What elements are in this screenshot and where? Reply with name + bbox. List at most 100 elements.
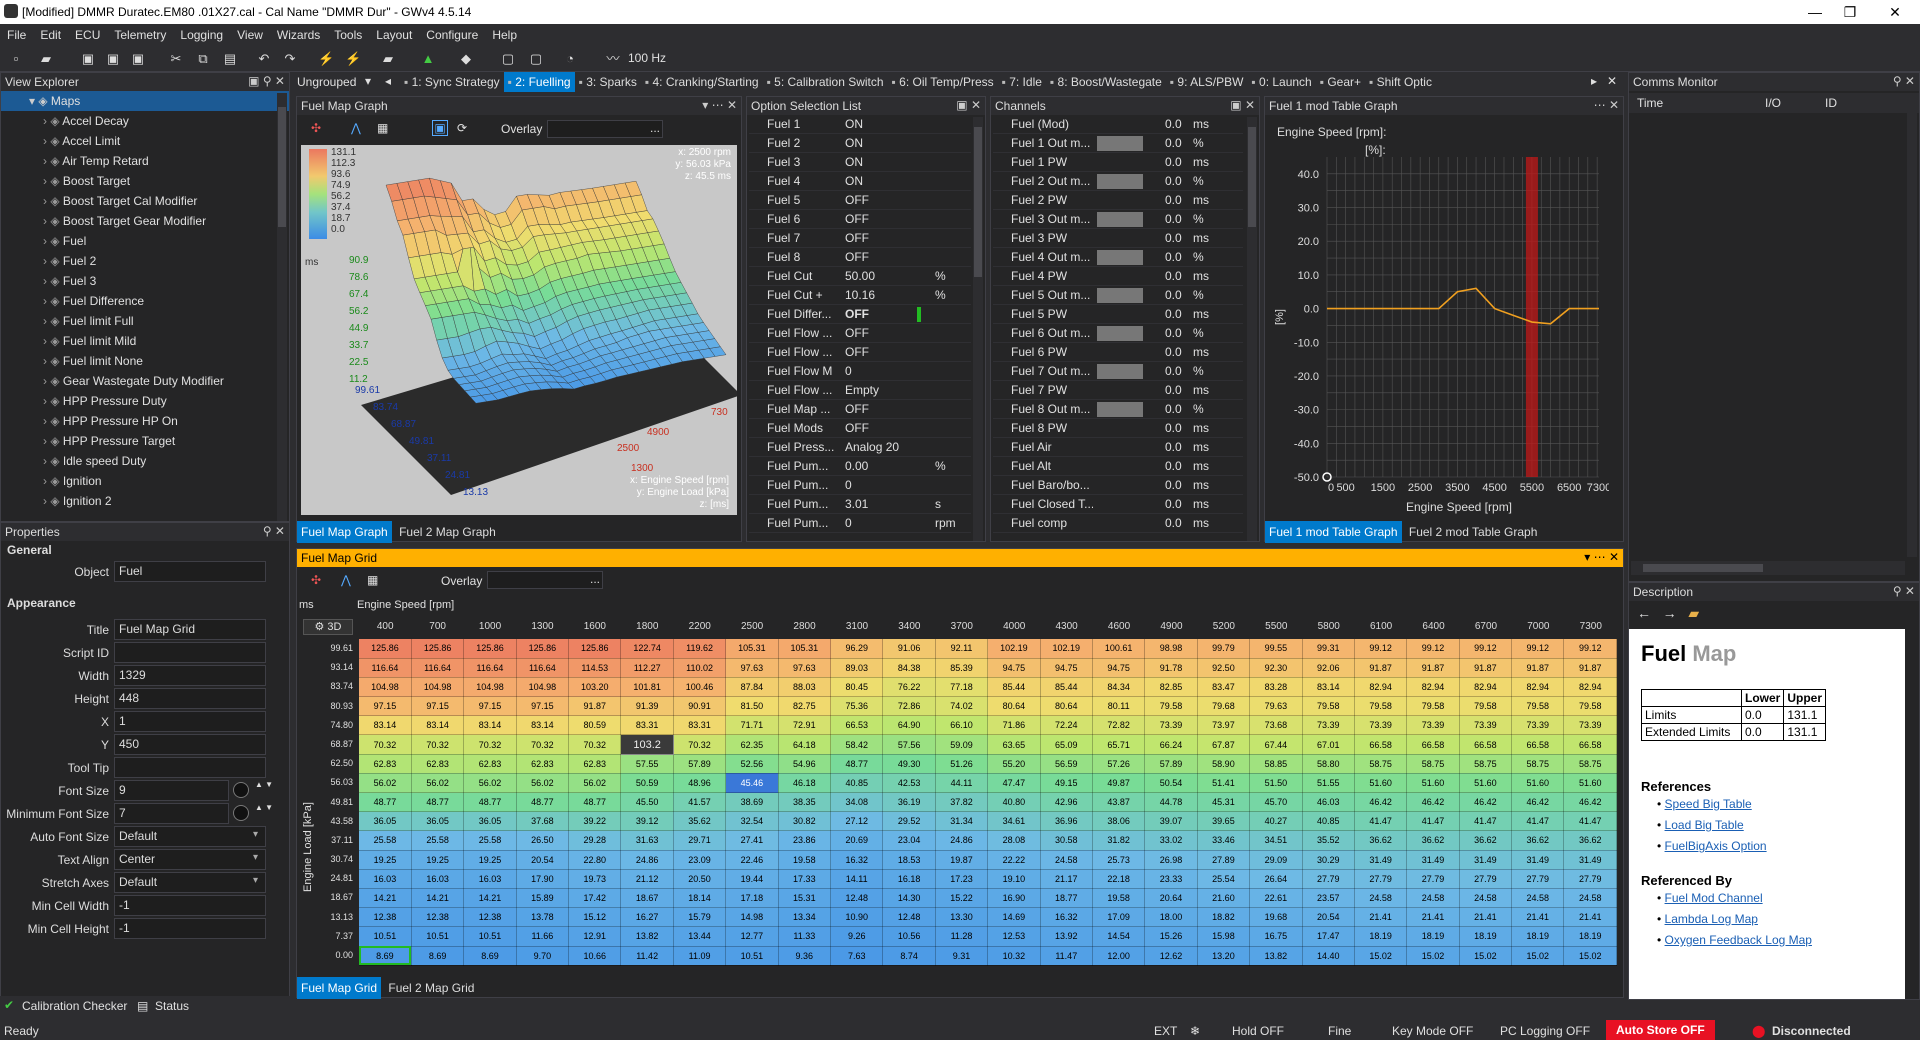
grid-cell[interactable]: 71.86 xyxy=(987,715,1041,736)
grid-cell[interactable]: 44.11 xyxy=(935,773,989,794)
expand-icon[interactable]: › ◈ xyxy=(43,174,63,188)
channel-row[interactable]: Fuel 1 Out m... 0.0% xyxy=(993,134,1243,153)
layout-tab[interactable]: ▪ Gear+ xyxy=(1316,72,1365,92)
grid-cell[interactable]: 12.48 xyxy=(830,888,884,909)
layout-tab[interactable]: ▪ 7: Idle xyxy=(998,72,1046,92)
grid-cell[interactable]: 84.34 xyxy=(1092,677,1146,698)
load-header-cell[interactable]: 83.74 xyxy=(309,677,357,696)
tab-fuel1-mod-graph[interactable]: Fuel 1 mod Table Graph xyxy=(1265,521,1402,543)
grid-cell[interactable]: 16.32 xyxy=(830,850,884,870)
tab-scroll-left-icon[interactable]: ◂ xyxy=(385,74,391,88)
layout-icon[interactable]: ◆ xyxy=(458,51,474,67)
knob-icon[interactable] xyxy=(233,805,249,821)
grid-cell[interactable]: 99.55 xyxy=(1249,639,1303,659)
load-header-cell[interactable]: 37.11 xyxy=(309,831,357,850)
option-row[interactable]: Fuel Pum... 0 rpm xyxy=(749,514,971,533)
grid-cell[interactable]: 13.44 xyxy=(673,926,727,947)
chevron-down-icon[interactable]: ▾ xyxy=(365,74,371,88)
grid-cell[interactable]: 58.75 xyxy=(1406,754,1460,774)
channel-row[interactable]: Fuel 6 PW 0.0 ms xyxy=(993,343,1243,362)
grid-cell[interactable]: 51.41 xyxy=(1197,773,1251,794)
grid-cell[interactable]: 83.28 xyxy=(1249,677,1303,698)
rpm-header-cell[interactable]: 1800 xyxy=(621,621,673,632)
grid-cell[interactable]: 48.77 xyxy=(830,754,884,774)
grid-cell[interactable]: 98.98 xyxy=(1144,639,1198,659)
grid-cell[interactable]: 36.05 xyxy=(463,811,517,832)
grid-cell[interactable]: 20.64 xyxy=(1144,888,1198,909)
grid-cell[interactable]: 18.00 xyxy=(1144,907,1198,928)
panel-controls-icon[interactable]: ▾ ⋯ ✕ xyxy=(702,98,737,112)
expand-icon[interactable]: › ◈ xyxy=(43,334,63,348)
grid-cell[interactable]: 91.87 xyxy=(1354,658,1408,678)
channel-row[interactable]: Fuel 4 Out m... 0.0% xyxy=(993,248,1243,267)
grid-cell[interactable]: 116.64 xyxy=(359,658,412,678)
channel-row[interactable]: Fuel comp 0.0 ms xyxy=(993,514,1243,533)
grid-cell[interactable]: 103.20 xyxy=(568,677,622,698)
grid-cell[interactable]: 19.10 xyxy=(987,869,1041,889)
rpm-header-cell[interactable]: 700 xyxy=(411,621,463,632)
tab-fuel-map-grid[interactable]: Fuel Map Grid xyxy=(297,977,382,999)
grid-cell[interactable]: 18.19 xyxy=(1354,926,1408,947)
grid-cell[interactable]: 14.21 xyxy=(411,888,465,909)
grid-cell[interactable]: 54.96 xyxy=(778,754,832,774)
option-row[interactable]: Fuel 6 OFF xyxy=(749,210,971,229)
grid-cell[interactable]: 81.50 xyxy=(725,696,779,717)
cursor-icon[interactable]: ✣ xyxy=(311,121,321,135)
grid-cell[interactable]: 17.47 xyxy=(1302,926,1355,947)
grid-cell[interactable]: 51.26 xyxy=(935,754,989,774)
grid-cell[interactable]: 79.58 xyxy=(1144,696,1198,717)
grid-cell[interactable]: 31.49 xyxy=(1511,850,1565,870)
rpm-header-cell[interactable]: 3400 xyxy=(883,621,935,632)
grid-cell[interactable]: 12.91 xyxy=(568,926,622,947)
grid-cell[interactable]: 58.75 xyxy=(1563,754,1617,774)
channel-row[interactable]: Fuel 8 PW 0.0 ms xyxy=(993,419,1243,438)
grid-cell[interactable]: 85.39 xyxy=(935,658,989,678)
grid-cell[interactable]: 46.42 xyxy=(1459,792,1513,813)
rpm-header-cell[interactable]: 7300 xyxy=(1565,621,1617,632)
grid-cell[interactable]: 82.94 xyxy=(1563,677,1617,698)
grid-cell[interactable]: 25.58 xyxy=(411,830,465,851)
grid-cell[interactable]: 62.83 xyxy=(516,754,570,774)
chart-icon[interactable]: ⋀ xyxy=(351,121,361,135)
chevron-down-icon[interactable]: ▾ xyxy=(253,875,258,886)
grid-cell[interactable]: 24.58 xyxy=(1459,888,1513,909)
grid-cell[interactable]: 66.58 xyxy=(1511,734,1565,755)
grid-cell[interactable]: 32.54 xyxy=(725,811,779,832)
grid-cell[interactable]: 21.41 xyxy=(1511,907,1565,928)
grid-cell[interactable]: 45.70 xyxy=(1249,792,1303,813)
frequency-label[interactable]: 100 Hz xyxy=(628,51,666,65)
grid-cell[interactable]: 24.58 xyxy=(1406,888,1460,909)
option-row[interactable]: Fuel Flow M0 xyxy=(749,362,971,381)
grid-cell[interactable]: 49.30 xyxy=(882,754,936,774)
grid-cell[interactable]: 20.54 xyxy=(1302,907,1355,928)
grid-cell[interactable]: 17.90 xyxy=(516,869,570,889)
option-row[interactable]: Fuel Pum... 3.01 s xyxy=(749,495,971,514)
tree-item[interactable]: › ◈ Accel Decay xyxy=(1,111,289,131)
load-header-cell[interactable]: 93.14 xyxy=(309,658,357,677)
grid-cell[interactable]: 101.81 xyxy=(620,677,674,698)
3d-surface-plot[interactable]: 131.1 112.3 93.6 74.9 56.2 37.4 18.7 0.0 ms 90.9 7… xyxy=(301,145,737,515)
rpm-header-cell[interactable]: 7000 xyxy=(1512,621,1564,632)
grid-cell[interactable]: 9.70 xyxy=(516,946,570,966)
expand-icon[interactable]: › ◈ xyxy=(43,154,62,168)
grid-cell[interactable]: 83.14 xyxy=(516,715,570,736)
rpm-header-cell[interactable]: 2800 xyxy=(778,621,830,632)
grid-cell[interactable]: 22.80 xyxy=(568,850,622,870)
expand-icon[interactable]: › ◈ xyxy=(43,454,63,468)
prop-field[interactable] xyxy=(114,757,266,778)
grid-cell[interactable]: 38.06 xyxy=(1092,811,1146,832)
grid-cell[interactable]: 73.39 xyxy=(1354,715,1408,736)
grid-cell[interactable]: 105.31 xyxy=(778,639,832,659)
grid-cell[interactable]: 66.58 xyxy=(1354,734,1408,755)
grid-cell[interactable]: 22.18 xyxy=(1092,869,1146,889)
tree-root-maps[interactable]: ▾ ◈ Maps xyxy=(1,91,289,111)
grid-cell[interactable]: 12.38 xyxy=(359,907,412,928)
menu-wizards[interactable]: Wizards xyxy=(270,24,327,42)
redo-icon[interactable]: ↷ xyxy=(282,51,298,67)
grid-cell[interactable]: 58.75 xyxy=(1459,754,1513,774)
expand-icon[interactable]: › ◈ xyxy=(43,234,63,248)
grid-cell[interactable]: 13.30 xyxy=(935,907,989,928)
tree-item[interactable]: › ◈ Fuel limit Mild xyxy=(1,331,289,351)
grid-cell[interactable]: 16.75 xyxy=(1249,926,1303,947)
load-header-cell[interactable]: 56.03 xyxy=(309,773,357,792)
